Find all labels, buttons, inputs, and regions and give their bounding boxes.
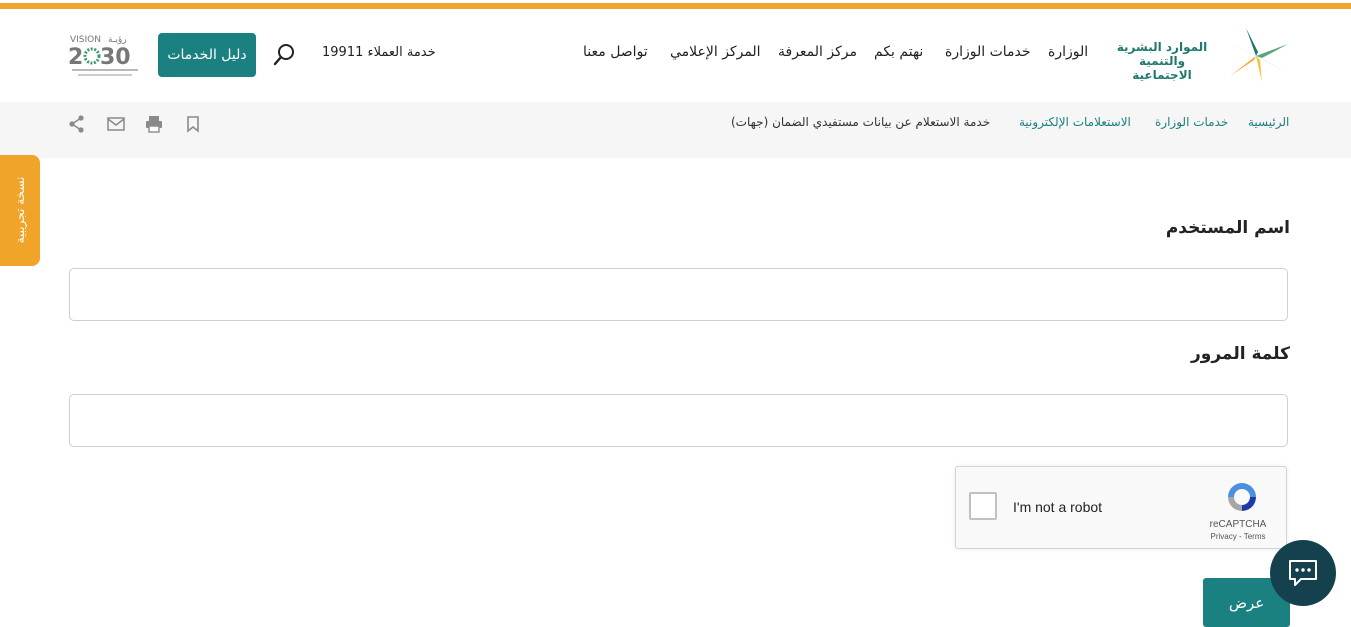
ministry-name-line2: والتنمية الاجتماعية bbox=[1132, 54, 1192, 82]
svg-text:2: 2 bbox=[68, 45, 83, 70]
recaptcha-checkbox[interactable] bbox=[969, 492, 997, 520]
breadcrumb-inquiries[interactable]: الاستعلامات الإلكترونية bbox=[1019, 115, 1131, 129]
nav-knowledge[interactable]: مركز المعرفة bbox=[778, 44, 857, 64]
breadcrumb-current: خدمة الاستعلام عن بيانات مستفيدي الضمان … bbox=[731, 115, 991, 129]
ministry-name: الموارد البشرية والتنمية الاجتماعية bbox=[1108, 40, 1216, 82]
password-label: كلمة المرور bbox=[1191, 344, 1290, 364]
chat-icon[interactable] bbox=[1270, 540, 1336, 606]
recaptcha-label: I'm not a robot bbox=[1013, 499, 1103, 515]
beta-version-tab[interactable]: نسخة تجريبية bbox=[0, 155, 40, 266]
ministry-emblem-icon bbox=[1226, 28, 1288, 82]
password-input[interactable] bbox=[69, 394, 1288, 447]
beta-version-label: نسخة تجريبية bbox=[13, 176, 27, 244]
print-icon[interactable] bbox=[144, 114, 164, 134]
breadcrumb-services[interactable]: خدمات الوزارة bbox=[1155, 115, 1228, 129]
username-input[interactable] bbox=[69, 268, 1288, 321]
recaptcha-widget: I'm not a robot reCAPTCHA Privacy - Term… bbox=[955, 466, 1287, 549]
nav-care[interactable]: نهتم بكم bbox=[874, 44, 923, 64]
bookmark-icon[interactable] bbox=[183, 114, 203, 134]
mail-icon[interactable] bbox=[106, 114, 126, 134]
svg-text:VISION: VISION bbox=[70, 35, 101, 45]
services-guide-button[interactable]: دليل الخدمات bbox=[158, 33, 256, 77]
nav-services[interactable]: خدمات الوزارة bbox=[945, 44, 1031, 64]
search-icon[interactable] bbox=[272, 42, 298, 68]
customer-service[interactable]: خدمة العملاء 19911 bbox=[322, 45, 436, 60]
recaptcha-brand: reCAPTCHA bbox=[1209, 519, 1267, 530]
breadcrumb-home[interactable]: الرئيسية bbox=[1248, 115, 1289, 129]
share-icon[interactable] bbox=[67, 114, 87, 134]
svg-text:30: 30 bbox=[100, 45, 131, 70]
ministry-name-line1: الموارد البشرية bbox=[1116, 40, 1208, 54]
nav-media[interactable]: المركز الإعلامي bbox=[670, 44, 761, 64]
vision-2030-logo: VISION رؤيـة 2 30 bbox=[68, 30, 142, 80]
recaptcha-terms-link[interactable]: Privacy - Terms bbox=[1202, 532, 1274, 541]
top-accent-bar bbox=[0, 3, 1351, 9]
ministry-logo[interactable]: الموارد البشرية والتنمية الاجتماعية bbox=[1108, 26, 1292, 84]
recaptcha-logo-icon bbox=[1228, 483, 1256, 511]
nav-ministry[interactable]: الوزارة bbox=[1048, 44, 1088, 64]
svg-text:رؤيـة: رؤيـة bbox=[108, 35, 127, 45]
username-label: اسم المستخدم bbox=[1165, 218, 1290, 238]
nav-contact[interactable]: تواصل معنا bbox=[583, 44, 648, 64]
